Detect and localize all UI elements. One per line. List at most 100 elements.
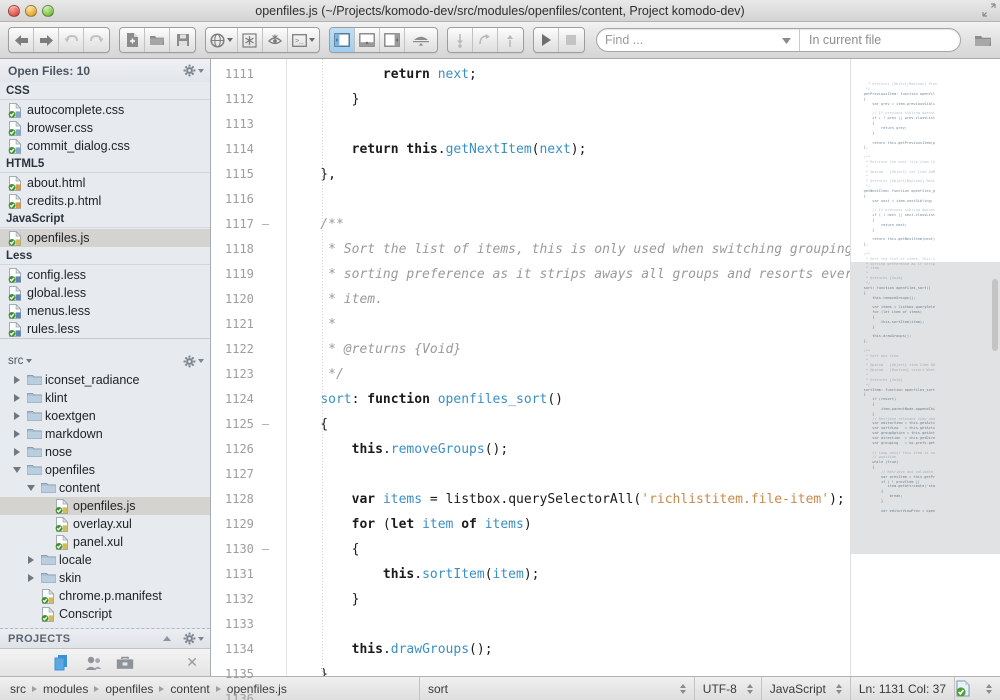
chevron-up-icon[interactable] — [163, 636, 171, 641]
resize-handle-icon[interactable] — [982, 3, 996, 17]
redo-icon[interactable] — [84, 28, 109, 52]
line-number[interactable]: 1135 — [211, 662, 287, 687]
code-editor[interactable]: return next; } return this.getNextItem(n… — [287, 59, 850, 676]
line-number-gutter[interactable]: 1111111211131114111511161117–11181119112… — [211, 59, 287, 676]
twisty[interactable] — [10, 412, 23, 420]
chevron-right-icon[interactable] — [28, 556, 34, 564]
line-number[interactable]: 1114 — [211, 137, 287, 162]
code-minimap[interactable]: * @returns {Object|Boolean} Prev */ getP… — [850, 59, 1000, 676]
forward-arrow-icon[interactable] — [34, 28, 59, 52]
open-file-item[interactable]: autocomplete.css — [0, 101, 210, 119]
cursor-position[interactable]: Ln: 1131 Col: 37 — [851, 677, 955, 700]
search-input[interactable] — [597, 29, 782, 51]
breadcrumb-item[interactable]: content — [170, 682, 209, 696]
language-field[interactable]: JavaScript — [762, 677, 851, 700]
focus-mode-icon[interactable] — [405, 28, 436, 52]
save-state-spinner[interactable] — [986, 684, 992, 694]
tree-folder-row[interactable]: skin — [0, 569, 210, 587]
gear-icon[interactable] — [183, 632, 204, 645]
toolbox-icon[interactable] — [116, 656, 134, 670]
twisty[interactable] — [24, 556, 37, 564]
open-file-item[interactable]: config.less — [0, 266, 210, 284]
chevron-down-icon[interactable] — [309, 38, 315, 42]
open-file-item[interactable]: global.less — [0, 284, 210, 302]
undo-icon[interactable] — [59, 28, 84, 52]
eye-icon[interactable] — [263, 28, 288, 52]
chevron-down-icon[interactable] — [198, 69, 204, 73]
open-file-item[interactable]: credits.p.html — [0, 192, 210, 210]
open-folder-icon[interactable] — [974, 33, 992, 48]
encoding-field[interactable]: UTF-8 — [695, 677, 762, 700]
twisty[interactable] — [10, 394, 23, 402]
line-number[interactable]: 1124 — [211, 387, 287, 412]
open-file-item[interactable]: about.html — [0, 174, 210, 192]
code-line[interactable]: this.drawGroups(); — [287, 637, 850, 662]
code-line[interactable]: this.removeGroups(); — [287, 437, 850, 462]
back-arrow-icon[interactable] — [9, 28, 34, 52]
projects-header[interactable]: PROJECTS — [0, 628, 210, 648]
twisty[interactable] — [10, 376, 23, 384]
step-out-icon[interactable] — [498, 28, 523, 52]
people-icon[interactable] — [85, 655, 102, 671]
code-line[interactable]: } — [287, 587, 850, 612]
line-number[interactable]: 1132 — [211, 587, 287, 612]
open-file-item[interactable]: openfiles.js — [0, 229, 210, 247]
fold-marker[interactable]: – — [262, 212, 269, 237]
twisty[interactable] — [24, 485, 37, 491]
code-line[interactable]: for (let item of items) — [287, 512, 850, 537]
line-number[interactable]: 1119 — [211, 262, 287, 287]
line-number[interactable]: 1123 — [211, 362, 287, 387]
twisty[interactable] — [24, 574, 37, 582]
save-icon[interactable] — [170, 28, 195, 52]
line-number[interactable]: 1134 — [211, 637, 287, 662]
tree-folder-row[interactable]: iconset_radiance — [0, 371, 210, 389]
bottom-pane-icon[interactable] — [355, 28, 380, 52]
chevron-down-icon[interactable] — [13, 467, 21, 473]
tree-folder-row[interactable]: locale — [0, 551, 210, 569]
tree-file-row[interactable]: panel.xul — [0, 533, 210, 551]
pane-splitter[interactable] — [0, 338, 210, 351]
breadcrumb-item[interactable]: src — [10, 682, 26, 696]
code-line[interactable] — [287, 187, 850, 212]
fold-marker[interactable]: – — [262, 537, 269, 562]
globe-icon[interactable] — [206, 28, 238, 52]
minimize-button[interactable] — [25, 5, 37, 17]
code-line[interactable]: return next; — [287, 62, 850, 87]
stepper[interactable] — [747, 684, 753, 694]
tree-file-row[interactable]: Conscript — [0, 605, 210, 623]
right-pane-icon[interactable] — [380, 28, 405, 52]
code-line[interactable]: { — [287, 537, 850, 562]
places-root-label[interactable]: src — [8, 355, 23, 367]
code-line[interactable]: return this.getNextItem(next); — [287, 137, 850, 162]
step-into-icon[interactable] — [448, 28, 473, 52]
code-line[interactable]: /** — [287, 212, 850, 237]
open-file-item[interactable]: menus.less — [0, 302, 210, 320]
close-button[interactable] — [8, 5, 20, 17]
chevron-down-icon[interactable] — [198, 359, 204, 363]
line-number[interactable]: 1120 — [211, 287, 287, 312]
gear-icon[interactable] — [183, 355, 204, 368]
code-line[interactable] — [287, 612, 850, 637]
chevron-down-icon[interactable] — [782, 33, 791, 47]
code-line[interactable]: * Sort the list of items, this is only u… — [287, 237, 850, 262]
tree-file-row[interactable]: openfiles.js — [0, 497, 210, 515]
line-number[interactable]: 1129 — [211, 512, 287, 537]
twisty[interactable] — [10, 448, 23, 456]
line-number[interactable]: 1121 — [211, 312, 287, 337]
code-line[interactable]: * @returns {Void} — [287, 337, 850, 362]
line-number[interactable]: 1118 — [211, 237, 287, 262]
stepper[interactable] — [836, 684, 842, 694]
stepper[interactable] — [680, 684, 686, 694]
code-line[interactable] — [287, 112, 850, 137]
code-line[interactable] — [287, 462, 850, 487]
breadcrumb-item[interactable]: modules — [43, 682, 88, 696]
tree-folder-row[interactable]: koextgen — [0, 407, 210, 425]
step-over-icon[interactable] — [473, 28, 498, 52]
left-pane-icon[interactable] — [330, 28, 355, 52]
code-line[interactable]: this.sortItem(item); — [287, 562, 850, 587]
line-number[interactable]: 1111 — [211, 62, 287, 87]
code-line[interactable]: * sorting preference as it strips aways … — [287, 262, 850, 287]
chevron-right-icon[interactable] — [28, 574, 34, 582]
twisty[interactable] — [10, 430, 23, 438]
chevron-right-icon[interactable] — [14, 430, 20, 438]
